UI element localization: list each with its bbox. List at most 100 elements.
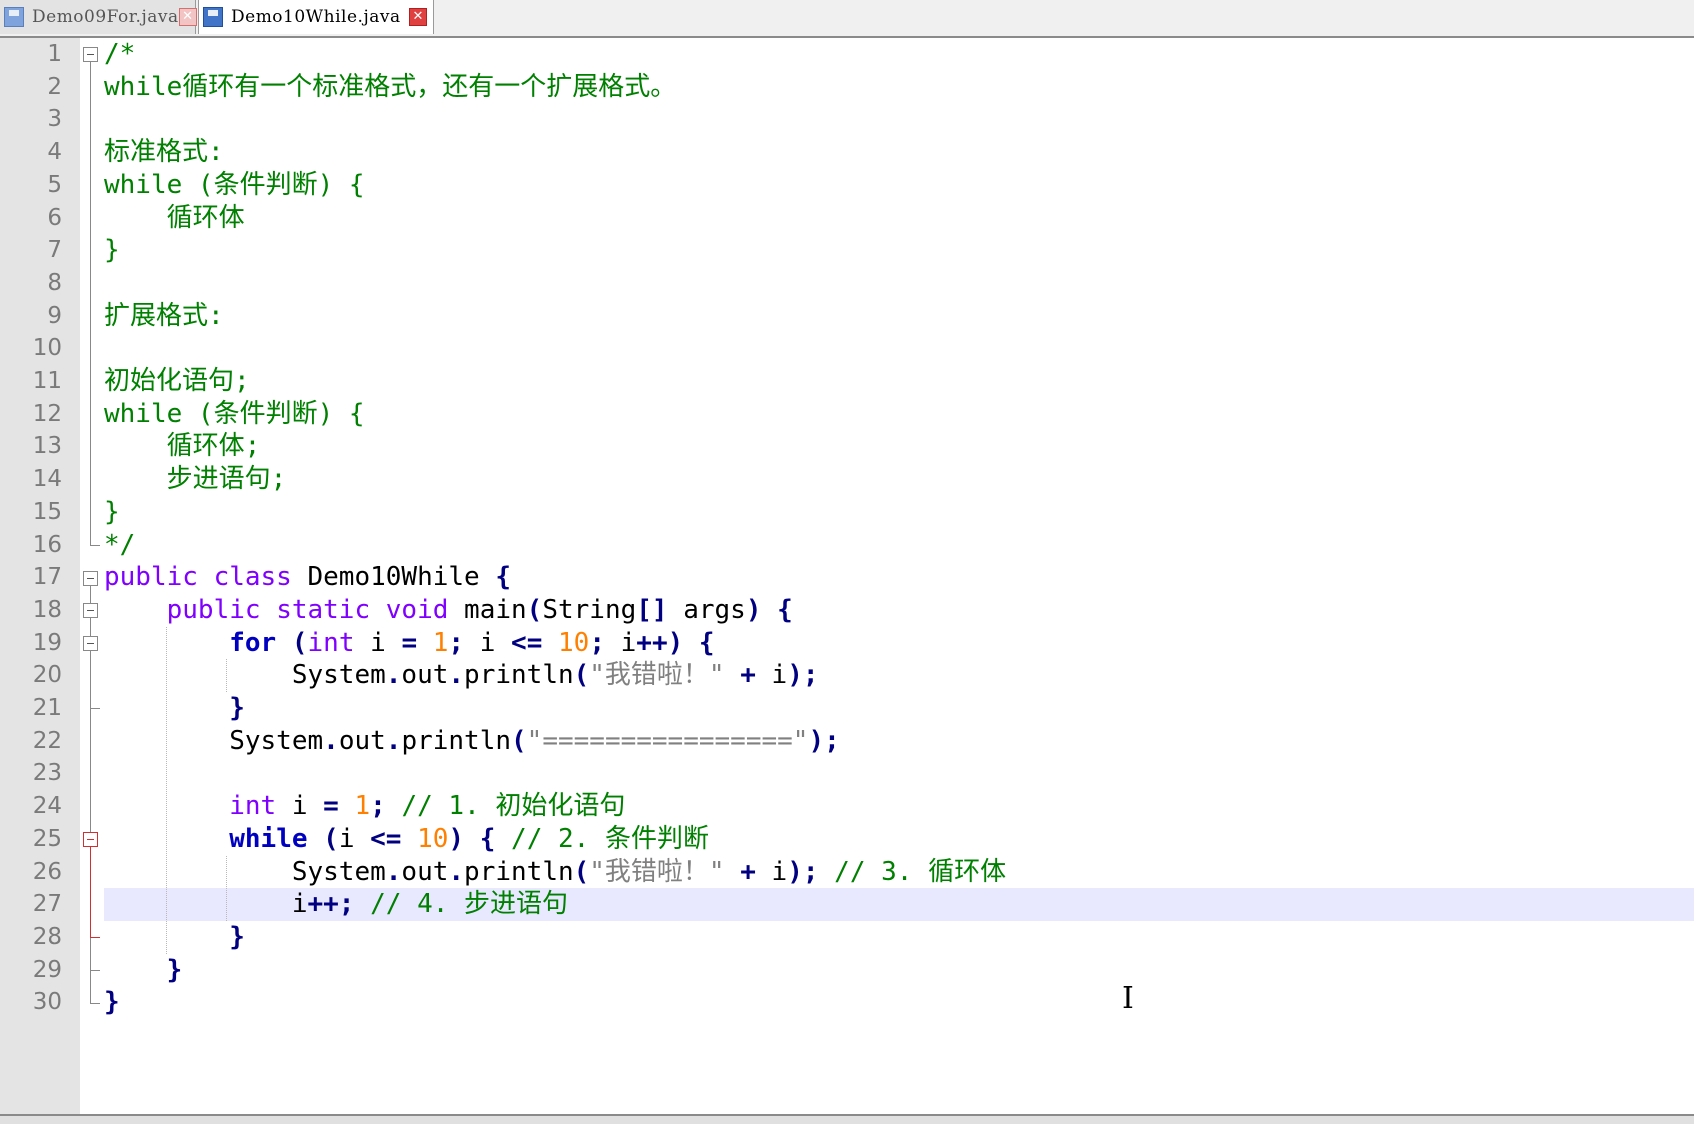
line-number: 18	[32, 596, 62, 623]
code-token: .	[385, 725, 402, 756]
tab-label: Demo09For.java	[32, 7, 179, 27]
code-token: out	[401, 660, 449, 691]
line-number: 9	[47, 302, 62, 329]
code-token: args	[667, 594, 746, 625]
code-token: i	[276, 791, 324, 822]
code-text: 扩展格式:	[104, 300, 224, 333]
code-line[interactable]: 9 扩展格式:	[0, 300, 1694, 333]
code-token: ;	[589, 627, 605, 658]
code-line[interactable]: 26 System.out.println("我错啦！" + i); // 3.…	[0, 856, 1694, 889]
code-line[interactable]: 5 while (条件判断) {	[0, 169, 1694, 202]
code-text: */	[104, 529, 135, 562]
code-line[interactable]: 19 for (int i = 1; i <= 10; i++) {	[0, 627, 1694, 660]
fold-toggle-icon[interactable]	[83, 570, 98, 586]
code-token: =	[401, 627, 418, 658]
code-token: .	[448, 660, 465, 691]
line-number: 7	[47, 237, 62, 264]
code-token: for	[229, 627, 277, 658]
code-line[interactable]: 22 System.out.println("================"…	[0, 725, 1694, 758]
code-token: System	[104, 725, 324, 756]
code-line[interactable]: 8	[0, 267, 1694, 300]
code-line[interactable]: 15}	[0, 496, 1694, 529]
code-token: <=	[370, 823, 402, 854]
fold-toggle-icon[interactable]	[83, 47, 98, 63]
fold-end-mark	[90, 969, 100, 971]
code-text: 步进语句;	[104, 463, 287, 496]
code-token: }	[104, 235, 120, 266]
code-line[interactable]: 14 步进语句;	[0, 463, 1694, 496]
code-line[interactable]: 25 while (i <= 10) { // 2. 条件判断	[0, 823, 1694, 856]
code-line[interactable]: 16 */	[0, 529, 1694, 562]
close-icon[interactable]: ✕	[178, 8, 197, 26]
line-number: 8	[47, 269, 62, 296]
code-line[interactable]: 10	[0, 332, 1694, 365]
code-line[interactable]: 13 循环体;	[0, 430, 1694, 463]
code-line[interactable]: 1 /*	[0, 38, 1694, 71]
code-token: out	[401, 856, 449, 887]
code-text: 初始化语句;	[104, 365, 250, 398]
code-editor[interactable]: 1 /* 2 while循环有一个标准格式，还有一个扩展格式。 3 4 标准格式: 5 whil…	[0, 38, 1694, 1114]
code-token: .	[323, 725, 339, 756]
line-number: 11	[32, 368, 62, 394]
code-token: (	[573, 856, 590, 887]
line-number: 25	[32, 825, 62, 852]
fold-toggle-icon[interactable]	[83, 832, 98, 848]
fold-end-mark	[90, 544, 100, 546]
tab-demo09for[interactable]: Demo09For.java ✕	[0, 0, 197, 34]
code-token: )	[448, 823, 465, 854]
code-line[interactable]: 4 标准格式:	[0, 136, 1694, 169]
code-line[interactable]: 27 i++; // 4. 步进语句	[0, 888, 1694, 921]
code-line[interactable]: 2 while循环有一个标准格式，还有一个扩展格式。	[0, 71, 1694, 104]
code-line[interactable]: 21 }	[0, 692, 1694, 725]
code-token: }	[166, 954, 183, 985]
code-line[interactable]: 7}	[0, 234, 1694, 267]
code-token: 10	[558, 627, 590, 658]
code-line[interactable]: 30}	[0, 986, 1694, 1019]
code-line[interactable]: 28 }	[0, 921, 1694, 954]
code-token: );	[808, 725, 840, 756]
code-line[interactable]: 3	[0, 103, 1694, 136]
indent-guide	[226, 659, 227, 692]
code-token: // 1. 初始化语句	[385, 791, 626, 822]
code-line[interactable]: 11 初始化语句;	[0, 365, 1694, 398]
code-token: {	[698, 627, 715, 658]
code-token: i	[755, 660, 788, 691]
fold-toggle-icon[interactable]	[83, 603, 98, 619]
code-token: 标准格式:	[104, 137, 224, 168]
fold-toggle-icon[interactable]	[83, 635, 98, 651]
close-icon[interactable]: ✕	[409, 8, 427, 26]
code-text: System.out.println("我错啦！" + i);	[104, 659, 819, 692]
code-token: println	[401, 725, 512, 756]
line-number: 28	[32, 923, 62, 950]
code-line[interactable]: 12 while (条件判断) {	[0, 398, 1694, 431]
code-token: public class	[104, 562, 292, 593]
code-text: }	[104, 234, 120, 267]
code-line[interactable]: 29 }	[0, 954, 1694, 987]
code-token: // 4. 步进语句	[354, 889, 569, 920]
code-line[interactable]: 17 public class Demo10While {	[0, 561, 1694, 594]
code-token: System	[104, 856, 386, 887]
code-line[interactable]: 23	[0, 757, 1694, 790]
code-token: */	[104, 529, 136, 560]
line-number: 27	[32, 891, 62, 918]
line-number: 23	[32, 760, 62, 787]
tab-demo10while[interactable]: Demo10While.java ✕	[198, 0, 434, 34]
code-token: "我错啦！"	[589, 660, 725, 691]
line-number: 4	[47, 139, 62, 166]
code-line[interactable]: 6 循环体	[0, 202, 1694, 235]
code-line[interactable]: 18 public static void main(String[] args…	[0, 594, 1694, 627]
code-token: i	[755, 856, 788, 887]
code-line[interactable]: 20 System.out.println("我错啦！" + i);	[0, 659, 1694, 692]
tab-label: Demo10While.java	[231, 7, 401, 27]
horizontal-scrollbar[interactable]	[0, 1114, 1694, 1124]
code-line[interactable]: 24 int i = 1; // 1. 初始化语句	[0, 790, 1694, 823]
text-cursor-icon: I	[1122, 981, 1134, 1016]
code-token: 循环体	[104, 202, 245, 233]
